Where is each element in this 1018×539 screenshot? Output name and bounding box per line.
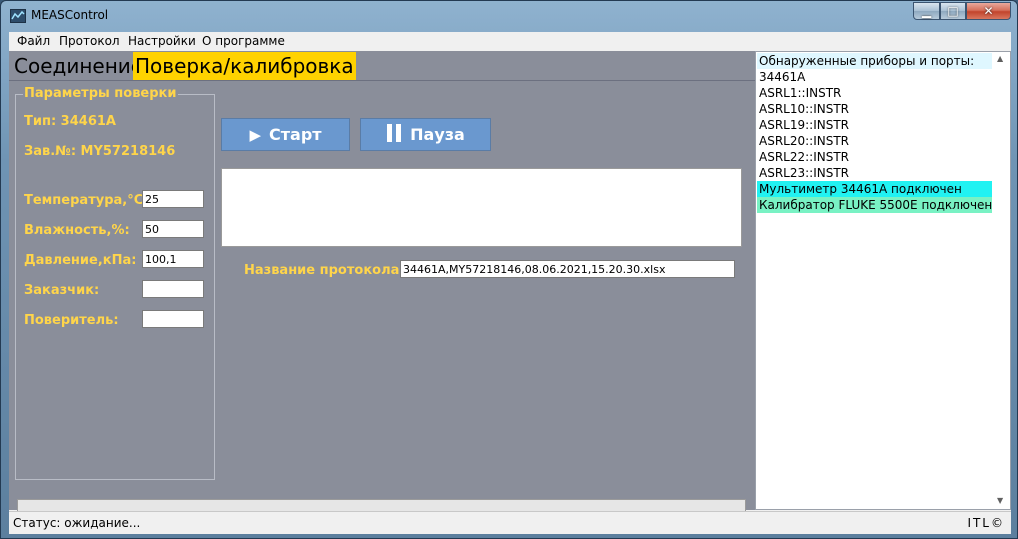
verifier-label: Поверитель:	[24, 313, 119, 328]
app-window: MEASControl ▁ □ ✕ Файл Протокол Настройк…	[0, 0, 1018, 539]
pause-icon	[386, 123, 402, 146]
title-bar[interactable]: MEASControl ▁ □ ✕	[1, 1, 1017, 31]
tab-calibration[interactable]: Поверка/калибровка	[133, 52, 356, 80]
start-button[interactable]: ▶ Старт	[221, 118, 350, 151]
play-icon: ▶	[249, 125, 261, 144]
window-title: MEASControl	[31, 8, 109, 22]
list-item[interactable]: 34461A	[757, 69, 992, 85]
caption-buttons: ▁ □ ✕	[913, 2, 1011, 21]
humidity-label: Влажность,%:	[24, 223, 130, 238]
list-item[interactable]: ASRL23::INSTR	[757, 165, 992, 181]
customer-input[interactable]	[142, 280, 204, 298]
temperature-input[interactable]	[142, 190, 204, 208]
list-item[interactable]: ASRL22::INSTR	[757, 149, 992, 165]
devices-listbox[interactable]: Обнаруженные приборы и порты: 34461A ASRL1…	[755, 51, 1011, 510]
log-textarea[interactable]	[221, 168, 742, 247]
menu-bar: Файл Протокол Настройки О программе	[9, 32, 1011, 51]
list-item[interactable]: Обнаруженные приборы и порты:	[757, 53, 992, 69]
scroll-down-icon[interactable]: ▼	[997, 496, 1003, 505]
maximize-icon: □	[947, 4, 959, 18]
client-area: Файл Протокол Настройки О программе Соед…	[9, 32, 1011, 534]
device-type-label: Тип: 34461A	[24, 114, 116, 129]
menu-settings[interactable]: Настройки	[128, 34, 196, 48]
pressure-input[interactable]	[142, 250, 204, 268]
close-icon: ✕	[983, 4, 994, 18]
protocol-name-label: Название протокола:	[244, 263, 405, 278]
list-item[interactable]: Калибратор FLUKE 5500E подключен	[757, 197, 992, 213]
list-item[interactable]: ASRL10::INSTR	[757, 101, 992, 117]
minimize-button[interactable]: ▁	[913, 2, 940, 20]
list-item[interactable]: ASRL19::INSTR	[757, 117, 992, 133]
serial-number-label: Зав.№: MY57218146	[24, 144, 176, 159]
customer-label: Заказчик:	[24, 283, 100, 298]
list-item[interactable]: ASRL20::INSTR	[757, 133, 992, 149]
copyright-text: ITL©	[967, 516, 1005, 530]
tab-connection[interactable]: Соединение	[12, 52, 145, 80]
menu-file[interactable]: Файл	[17, 34, 50, 48]
list-item[interactable]: Мультиметр 34461A подключен	[757, 181, 992, 197]
pause-label: Пауза	[410, 125, 465, 144]
menu-protocol[interactable]: Протокол	[59, 34, 120, 48]
scrollbar[interactable]: ▲ ▼	[994, 52, 1010, 509]
maximize-button[interactable]: □	[940, 2, 966, 20]
start-label: Старт	[269, 125, 322, 144]
scroll-up-icon[interactable]: ▲	[997, 54, 1003, 63]
list-item[interactable]: ASRL1::INSTR	[757, 85, 992, 101]
app-logo-icon	[10, 9, 26, 23]
status-text: Статус: ожидание...	[13, 516, 141, 530]
group-title: Параметры поверки	[23, 86, 178, 101]
menu-about[interactable]: О программе	[202, 34, 285, 48]
tab-strip: Соединение Поверка/калибровка	[9, 51, 755, 81]
temperature-label: Температура,°С:	[24, 193, 149, 208]
protocol-name-input[interactable]	[400, 260, 735, 278]
close-button[interactable]: ✕	[966, 2, 1011, 20]
verifier-input[interactable]	[142, 310, 204, 328]
pause-button[interactable]: Пауза	[360, 118, 491, 151]
minimize-icon: ▁	[921, 4, 932, 18]
humidity-input[interactable]	[142, 220, 204, 238]
pressure-label: Давление,кПа:	[24, 253, 137, 268]
main-panel: Соединение Поверка/калибровка Параметры …	[9, 51, 755, 521]
status-bar: Статус: ожидание... ITL©	[9, 511, 1011, 534]
